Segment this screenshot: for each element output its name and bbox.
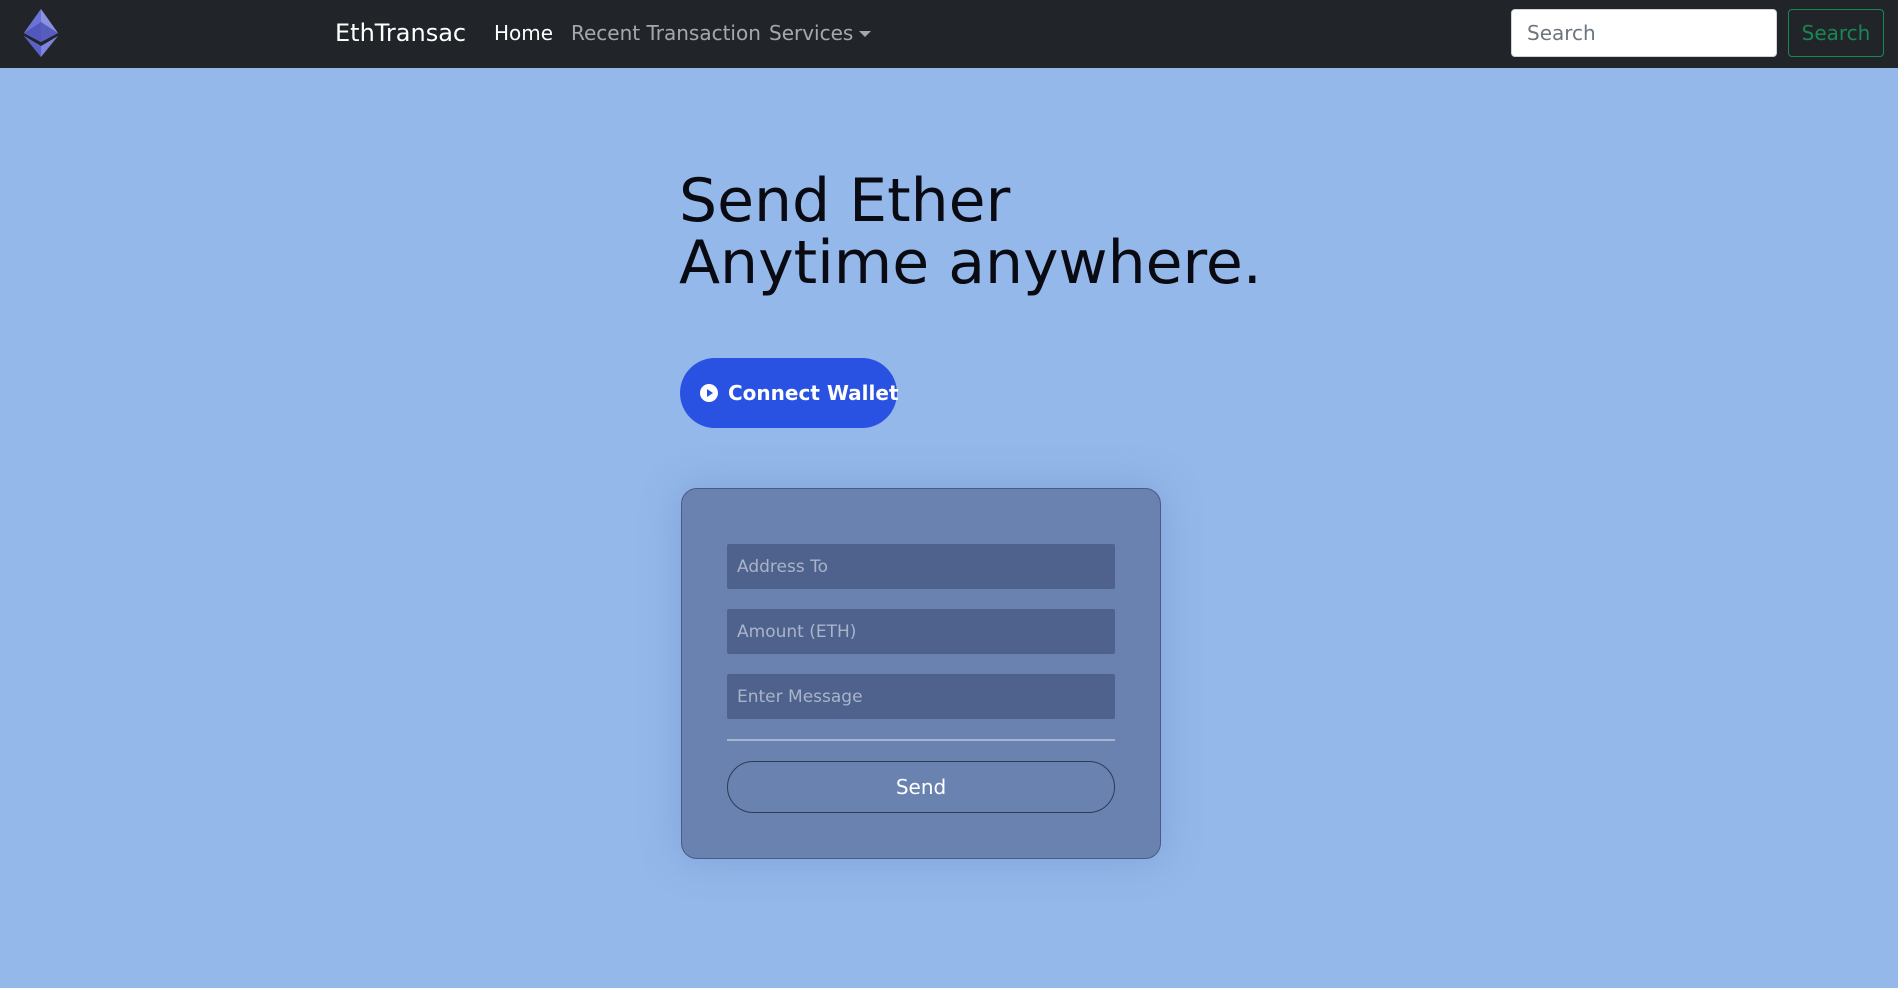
hero-title-line-2: Anytime anywhere. (679, 228, 1262, 298)
search-button[interactable]: Search (1788, 9, 1884, 57)
send-form-card: Send (681, 488, 1161, 859)
form-divider (727, 739, 1115, 741)
hero-title-line-1: Send Ether (679, 166, 1011, 236)
search-input[interactable] (1511, 9, 1777, 57)
address-to-input[interactable] (727, 544, 1115, 589)
amount-input[interactable] (727, 609, 1115, 654)
brand-name[interactable]: EthTransac (335, 18, 466, 48)
send-button[interactable]: Send (727, 761, 1115, 813)
nav-link-home[interactable]: Home (494, 21, 553, 46)
top-navbar: EthTransac Home Recent Transaction Servi… (0, 0, 1898, 68)
caret-down-icon (859, 30, 872, 37)
nav-link-services[interactable]: Services (769, 21, 872, 46)
connect-wallet-label: Connect Wallet (728, 381, 899, 405)
ethereum-logo-icon[interactable] (24, 9, 58, 57)
connect-wallet-button[interactable]: Connect Wallet (680, 358, 899, 428)
nav-link-recent-transaction[interactable]: Recent Transaction (571, 21, 761, 46)
play-circle-icon (700, 384, 718, 402)
hero-title: Send Ether Anytime anywhere. (679, 170, 1262, 294)
nav-services-label: Services (769, 21, 854, 45)
message-input[interactable] (727, 674, 1115, 719)
